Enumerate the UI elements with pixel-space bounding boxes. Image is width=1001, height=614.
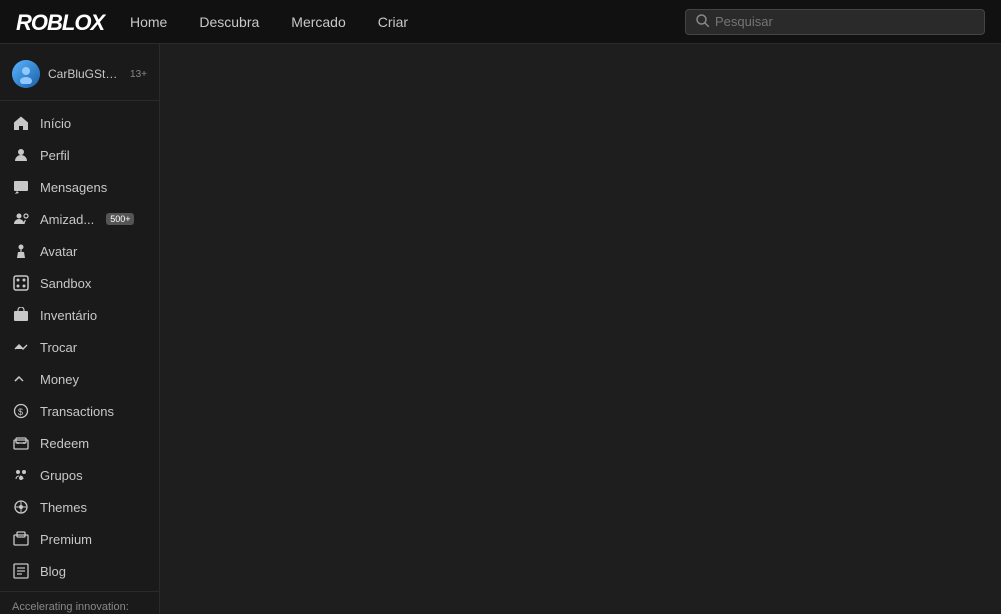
svg-text:ROBLOX: ROBLOX <box>16 10 106 35</box>
main-content <box>160 44 1001 614</box>
nav-home[interactable]: Home <box>130 14 167 30</box>
sidebar-label-perfil: Perfil <box>40 148 70 163</box>
search-input[interactable] <box>715 14 974 29</box>
svg-text:$: $ <box>18 407 23 417</box>
search-icon <box>696 14 709 30</box>
sidebar-label-transactions: Transactions <box>40 404 114 419</box>
sidebar-label-premium: Premium <box>40 532 92 547</box>
logo[interactable]: ROBLOX <box>16 8 106 36</box>
blog-entry-0-title: Accelerating innovation: How eight start… <box>12 601 143 614</box>
money-icon <box>12 370 30 388</box>
nav-mercado[interactable]: Mercado <box>291 14 345 30</box>
sidebar-item-avatar[interactable]: Avatar <box>0 235 159 267</box>
trade-icon <box>12 338 30 356</box>
groups-icon <box>12 466 30 484</box>
friends-badge: 500+ <box>106 213 134 225</box>
sidebar-item-mensagens[interactable]: Mensagens <box>0 171 159 203</box>
avatar-icon <box>12 242 30 260</box>
sidebar-item-transactions[interactable]: $ Transactions <box>0 395 159 427</box>
sidebar-label-inventario: Inventário <box>40 308 97 323</box>
avatar-image <box>12 60 40 88</box>
inventory-icon <box>12 306 30 324</box>
sidebar-item-perfil[interactable]: Perfil <box>0 139 159 171</box>
sandbox-icon <box>12 274 30 292</box>
blog-entry-0[interactable]: Accelerating innovation: How eight start… <box>12 600 147 614</box>
age-badge: 13+ <box>130 69 147 80</box>
sidebar-item-redeem[interactable]: Redeem <box>0 427 159 459</box>
sidebar-item-premium[interactable]: Premium <box>0 523 159 555</box>
main-layout: CarBluGStu... 13+ Início Perfil Mensagen… <box>0 44 1001 614</box>
sidebar-label-inicio: Início <box>40 116 71 131</box>
nav-links: Home Descubra Mercado Criar <box>130 14 685 30</box>
nav-criar[interactable]: Criar <box>378 14 408 30</box>
sidebar-item-grupos[interactable]: Grupos <box>0 459 159 491</box>
sidebar-item-amizades[interactable]: Amizad... 500+ <box>0 203 159 235</box>
premium-icon <box>12 530 30 548</box>
sidebar-label-sandbox: Sandbox <box>40 276 91 291</box>
blog-icon <box>12 562 30 580</box>
person-icon <box>12 146 30 164</box>
redeem-icon <box>12 434 30 452</box>
sidebar-label-trocar: Trocar <box>40 340 77 355</box>
sidebar-label-avatar: Avatar <box>40 244 77 259</box>
sidebar-label-mensagens: Mensagens <box>40 180 107 195</box>
sidebar-label-amizades: Amizad... <box>40 212 94 227</box>
top-navigation: ROBLOX Home Descubra Mercado Criar <box>0 0 1001 44</box>
messages-icon <box>12 178 30 196</box>
sidebar-item-inicio[interactable]: Início <box>0 107 159 139</box>
home-icon <box>12 114 30 132</box>
sidebar-item-money[interactable]: Money <box>0 363 159 395</box>
sidebar-item-sandbox[interactable]: Sandbox <box>0 267 159 299</box>
transactions-icon: $ <box>12 402 30 420</box>
search-bar[interactable] <box>685 9 985 35</box>
sidebar: CarBluGStu... 13+ Início Perfil Mensagen… <box>0 44 160 614</box>
sidebar-label-redeem: Redeem <box>40 436 89 451</box>
sidebar-label-blog: Blog <box>40 564 66 579</box>
avatar <box>12 60 40 88</box>
username: CarBluGStu... <box>48 67 120 81</box>
sidebar-label-grupos: Grupos <box>40 468 83 483</box>
sidebar-label-themes: Themes <box>40 500 87 515</box>
friends-icon <box>12 210 30 228</box>
sidebar-label-money: Money <box>40 372 79 387</box>
blog-section: Accelerating innovation: How eight start… <box>0 591 159 614</box>
sidebar-item-blog[interactable]: Blog <box>0 555 159 587</box>
user-profile-row[interactable]: CarBluGStu... 13+ <box>0 52 159 101</box>
themes-icon <box>12 498 30 516</box>
nav-descubra[interactable]: Descubra <box>199 14 259 30</box>
sidebar-item-themes[interactable]: Themes <box>0 491 159 523</box>
sidebar-item-trocar[interactable]: Trocar <box>0 331 159 363</box>
sidebar-item-inventario[interactable]: Inventário <box>0 299 159 331</box>
